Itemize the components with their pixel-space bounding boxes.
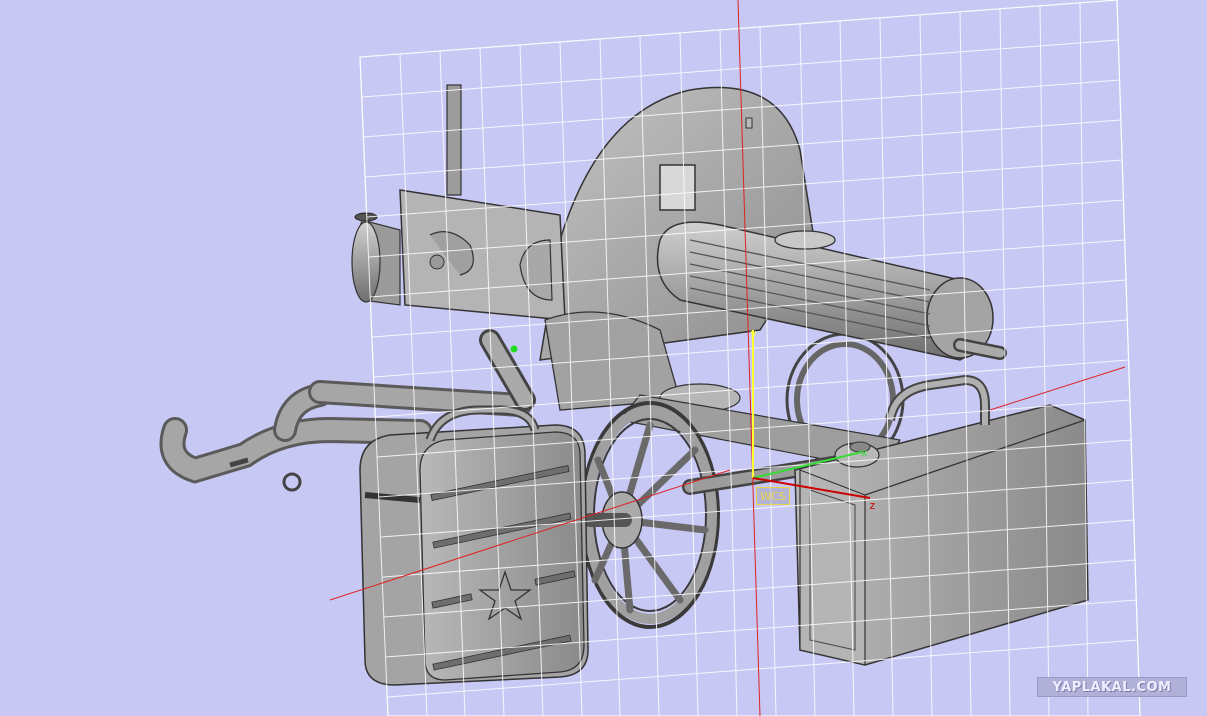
model-canvas[interactable] [0,0,1207,716]
z-axis-label: z [869,499,876,512]
watermark: YAPLAKAL.COM [1037,677,1187,697]
spade-grip [351,212,401,306]
elevation-screw [479,329,536,411]
wcs-label: WCS [756,487,790,505]
x-axis-label: x [861,446,868,459]
y-axis-label: y [750,327,757,340]
barrel-jacket [656,221,1007,361]
ammo-box-left [359,405,589,686]
3d-viewport[interactable]: y x z WCS [0,0,1207,716]
